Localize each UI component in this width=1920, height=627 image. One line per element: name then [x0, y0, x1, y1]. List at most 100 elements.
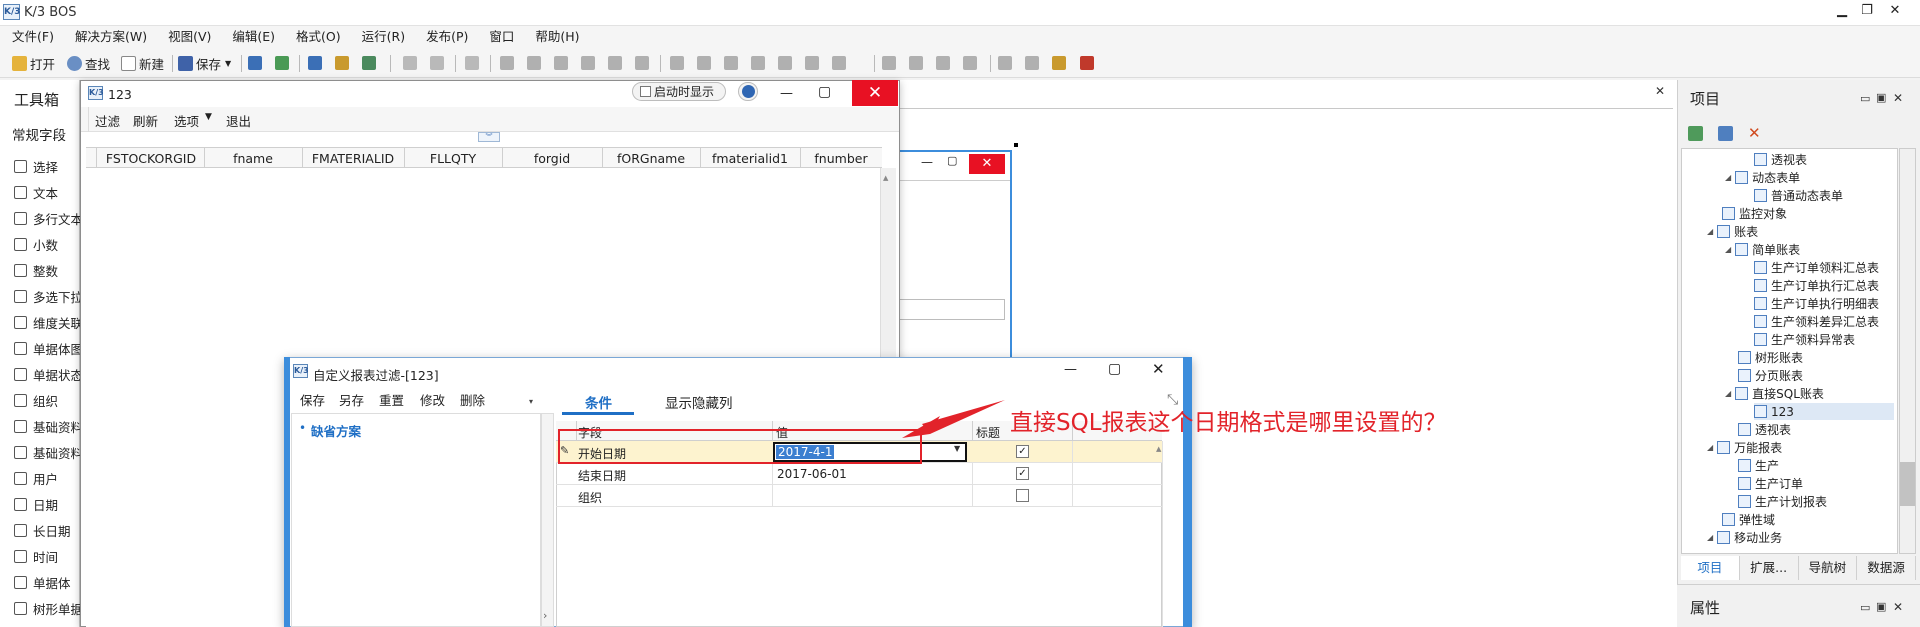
column-header[interactable]: fmaterialid1: [700, 151, 800, 166]
tree-node[interactable]: 生产订单: [1738, 475, 1803, 492]
new-button[interactable]: 新建: [121, 54, 164, 73]
reset-button[interactable]: 重置: [379, 390, 404, 409]
toolbox-item[interactable]: 文本: [14, 183, 80, 202]
toolbox-item[interactable]: 用户: [14, 469, 80, 488]
tab-order-icon[interactable]: [1080, 56, 1094, 70]
toolbox-item[interactable]: 小数: [14, 235, 80, 254]
report-maximize-icon[interactable]: ▢: [818, 84, 831, 100]
tree-node[interactable]: 弹性域: [1722, 511, 1775, 528]
locate-icon[interactable]: [1718, 126, 1733, 141]
designer-close-icon[interactable]: ✕: [1655, 84, 1665, 98]
tab-conditions[interactable]: 条件: [585, 392, 612, 412]
tree-node[interactable]: ◢ 万能报表: [1707, 439, 1782, 456]
tab-show-hide-columns[interactable]: 显示隐藏列: [665, 392, 733, 412]
startup-checkbox[interactable]: [640, 86, 651, 97]
tree-node[interactable]: ◢ 直接SQL账表: [1725, 385, 1824, 402]
refresh-icon[interactable]: [1688, 126, 1703, 141]
align-bottom-icon[interactable]: [635, 56, 649, 70]
end-date-value[interactable]: 2017-06-01: [777, 467, 847, 481]
title-checkbox[interactable]: ✓: [1016, 445, 1029, 458]
tools-icon[interactable]: [335, 56, 349, 70]
panel-maximize-icon[interactable]: ▣: [1876, 600, 1886, 613]
preview-icon[interactable]: [275, 56, 289, 70]
menu-file[interactable]: 文件(F): [12, 26, 54, 48]
h-spacing-icon[interactable]: [751, 56, 765, 70]
tree-node[interactable]: 生产计划报表: [1738, 493, 1827, 510]
bg-minimize-icon[interactable]: —: [921, 155, 933, 169]
align-left-icon[interactable]: [500, 56, 514, 70]
date-dropdown-icon[interactable]: ▼: [954, 444, 960, 453]
tree-node[interactable]: 分页账表: [1738, 367, 1803, 384]
panel-maximize-icon[interactable]: ▣: [1876, 91, 1886, 104]
expand-icon[interactable]: ◢: [1725, 245, 1731, 254]
expand-icon[interactable]: ◢: [1725, 389, 1731, 398]
tree-node[interactable]: 透视表: [1738, 421, 1791, 438]
tree-node[interactable]: ◢ 移动业务: [1707, 529, 1782, 546]
toolbox-item[interactable]: 长日期: [14, 521, 80, 540]
tree-node[interactable]: 透视表: [1754, 151, 1807, 168]
open-button[interactable]: 打开: [12, 54, 55, 73]
expand-icon[interactable]: ◢: [1707, 443, 1713, 452]
tab-data-source[interactable]: 数据源: [1857, 556, 1916, 580]
tree-node[interactable]: 生产订单执行明细表: [1754, 295, 1879, 312]
column-header[interactable]: fnumber: [800, 151, 882, 166]
layout-icon[interactable]: [308, 56, 322, 70]
minimize-button[interactable]: ▁: [1833, 3, 1851, 18]
redo-icon[interactable]: [430, 56, 444, 70]
tree-node[interactable]: 生产订单领料汇总表: [1754, 259, 1879, 276]
menu-window[interactable]: 窗口: [489, 26, 514, 48]
column-header[interactable]: FMATERIALID: [302, 151, 404, 166]
filter-button[interactable]: 过滤: [95, 111, 120, 130]
split-icon[interactable]: [909, 56, 923, 70]
grid-icon[interactable]: [805, 56, 819, 70]
form-icon[interactable]: [248, 56, 262, 70]
toolbox-item[interactable]: 单据状态: [14, 365, 80, 384]
expand-icon[interactable]: ◢: [1725, 173, 1731, 182]
bg-maximize-icon[interactable]: ▢: [947, 154, 957, 167]
refresh-button[interactable]: 刷新: [133, 111, 158, 130]
column-header[interactable]: FSTOCKORGID: [98, 151, 204, 166]
chevron-right-icon[interactable]: ›: [543, 609, 547, 622]
column-header[interactable]: FLLQTY: [404, 151, 502, 166]
v-spacing-icon[interactable]: [778, 56, 792, 70]
delete-node-icon[interactable]: ✕: [1748, 124, 1761, 142]
menu-publish[interactable]: 发布(P): [426, 26, 468, 48]
close-app-button[interactable]: ✕: [1886, 3, 1904, 18]
toolbox-item[interactable]: 多选下拉: [14, 287, 80, 306]
title-checkbox[interactable]: ✓: [1016, 467, 1029, 480]
toolbox-item[interactable]: 单据体图: [14, 339, 80, 358]
default-scheme-item[interactable]: 缺省方案: [311, 421, 361, 440]
tree-node[interactable]: 监控对象: [1722, 205, 1787, 222]
tree-node[interactable]: 生产领料异常表: [1754, 331, 1855, 348]
lock-icon[interactable]: [1052, 56, 1066, 70]
tree-node-selected[interactable]: 123: [1754, 403, 1894, 420]
table-icon[interactable]: [832, 56, 846, 70]
delete-icon[interactable]: [465, 56, 479, 70]
same-size-icon[interactable]: [724, 56, 738, 70]
expand-icon[interactable]: ◢: [1707, 533, 1713, 542]
toolbox-item[interactable]: 多行文本: [14, 209, 80, 228]
filter-maximize-icon[interactable]: ▢: [1108, 361, 1121, 377]
toolbox-section[interactable]: 常规字段: [12, 124, 66, 144]
menu-help[interactable]: 帮助(H): [535, 26, 579, 48]
menu-view[interactable]: 视图(V): [168, 26, 211, 48]
same-height-icon[interactable]: [697, 56, 711, 70]
help-toggle[interactable]: [738, 82, 758, 101]
toolbox-item[interactable]: 选择: [14, 157, 80, 176]
tree-node[interactable]: ◢ 简单账表: [1725, 241, 1800, 258]
save-as-button[interactable]: 另存: [339, 390, 364, 409]
save-button[interactable]: 保存 ▼: [178, 54, 231, 73]
menu-solution[interactable]: 解决方案(W): [75, 26, 147, 48]
toolbox-item[interactable]: 单据体: [14, 573, 80, 592]
tree-node[interactable]: 生产: [1738, 457, 1779, 474]
panel-close-icon[interactable]: ✕: [1893, 91, 1903, 105]
toolbox-item[interactable]: 维度关联: [14, 313, 80, 332]
tree-node[interactable]: 普通动态表单: [1754, 187, 1843, 204]
toolbox-item[interactable]: 整数: [14, 261, 80, 280]
expand-icon[interactable]: ◢: [1707, 227, 1713, 236]
tree-node[interactable]: 树形账表: [1738, 349, 1803, 366]
report-minimize-icon[interactable]: —: [780, 86, 793, 101]
panel-close-icon[interactable]: ✕: [1893, 600, 1903, 614]
menu-format[interactable]: 格式(O): [296, 26, 341, 48]
menu-run[interactable]: 运行(R): [362, 26, 405, 48]
